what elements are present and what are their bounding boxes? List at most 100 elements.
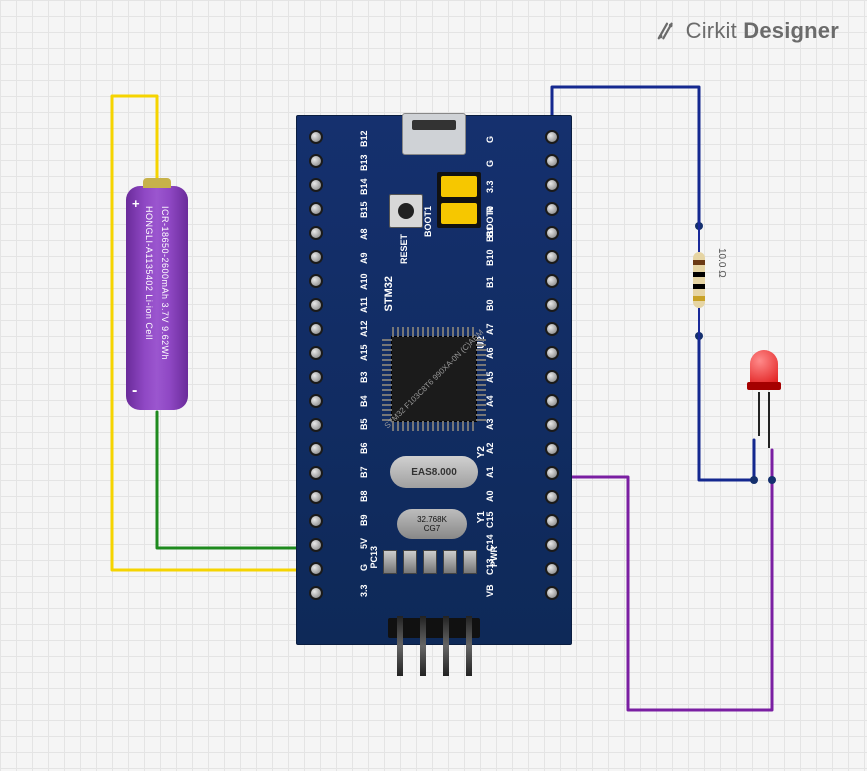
pin-label: B13 [357, 154, 385, 172]
pin-label: 3.3 [357, 582, 385, 600]
pin-hole[interactable] [309, 442, 323, 456]
pin-hole[interactable] [545, 226, 559, 240]
pin-labels-left: B12B13B14B15A8A9A10A11A12A15B3B4B5B6B7B8… [357, 124, 385, 606]
pin-column-right [537, 124, 567, 606]
pin-hole[interactable] [545, 202, 559, 216]
pin-hole[interactable] [309, 418, 323, 432]
silk-y2: Y2 [476, 446, 487, 458]
led-anode [768, 392, 770, 448]
pin-hole[interactable] [545, 394, 559, 408]
app-logo: Cirkit Designer [656, 18, 839, 44]
pin-column-left [301, 124, 331, 606]
pin-label: A5 [483, 368, 511, 386]
stm32-board[interactable]: B12B13B14B15A8A9A10A11A12A15B3B4B5B6B7B8… [296, 115, 572, 645]
pin-hole[interactable] [309, 250, 323, 264]
pin-label: A2 [483, 439, 511, 457]
pin-label: B0 [483, 296, 511, 314]
pin-hole[interactable] [309, 130, 323, 144]
silk-y1: Y1 [476, 511, 487, 523]
pin-label: G [483, 130, 511, 148]
silk-pc13: PC13 [369, 546, 379, 569]
mcu-chip: STM32 F103C8T6 990XA-0N (C)ARM [391, 336, 477, 422]
silk-stm32: STM32 [383, 276, 395, 311]
pin-label: B7 [357, 463, 385, 481]
pin-hole[interactable] [545, 562, 559, 576]
pin-label: A0 [483, 487, 511, 505]
battery-18650[interactable]: + - ICR-18650-2600mAh 3.7V 9.62Wh HONGLI… [126, 186, 188, 410]
pin-hole[interactable] [545, 466, 559, 480]
pin-label: B15 [357, 201, 385, 219]
silk-boot1: BOOT1 [423, 206, 433, 237]
pin-label: A15 [357, 344, 385, 362]
pin-hole[interactable] [545, 130, 559, 144]
resistor-body [693, 252, 705, 308]
pin-hole[interactable] [309, 322, 323, 336]
pin-hole[interactable] [545, 298, 559, 312]
pin-label: B4 [357, 392, 385, 410]
pin-hole[interactable] [309, 562, 323, 576]
led-dome [750, 350, 778, 386]
pin-hole[interactable] [545, 370, 559, 384]
resistor[interactable] [690, 220, 708, 340]
pin-hole[interactable] [545, 154, 559, 168]
pin-label: A10 [357, 273, 385, 291]
node-led-anode [768, 476, 776, 484]
pin-hole[interactable] [545, 442, 559, 456]
pin-hole[interactable] [309, 514, 323, 528]
pin-hole[interactable] [309, 274, 323, 288]
pin-label: A4 [483, 392, 511, 410]
pin-label: C15 [483, 511, 511, 529]
pin-label: 3.3 [483, 178, 511, 196]
pin-label: A11 [357, 296, 385, 314]
pin-label: B9 [357, 511, 385, 529]
swd-header[interactable] [388, 616, 480, 676]
pin-hole[interactable] [545, 490, 559, 504]
pin-hole[interactable] [545, 250, 559, 264]
pin-hole[interactable] [545, 274, 559, 288]
battery-positive-terminal [143, 178, 171, 188]
pin-label: A12 [357, 320, 385, 338]
pin-label: A3 [483, 415, 511, 433]
pin-hole[interactable] [309, 538, 323, 552]
pin-hole[interactable] [309, 154, 323, 168]
pin-label: A1 [483, 463, 511, 481]
pin-hole[interactable] [545, 322, 559, 336]
reset-button[interactable] [389, 194, 423, 228]
boot0-jumper[interactable] [441, 176, 477, 197]
pin-hole[interactable] [545, 178, 559, 192]
pin-hole[interactable] [309, 466, 323, 480]
pin-hole[interactable] [309, 490, 323, 504]
battery-minus-label: - [132, 382, 137, 400]
pin-hole[interactable] [309, 298, 323, 312]
pin-hole[interactable] [309, 370, 323, 384]
led[interactable] [744, 350, 784, 444]
pin-hole[interactable] [309, 586, 323, 600]
led-legs [744, 392, 784, 448]
pin-label: B6 [357, 439, 385, 457]
pin-hole[interactable] [309, 178, 323, 192]
boot1-jumper[interactable] [441, 203, 477, 224]
pin-hole[interactable] [545, 514, 559, 528]
circuit-canvas[interactable]: Cirkit Designer + - ICR-18650-2600mAh 3.… [0, 0, 867, 771]
pin-hole[interactable] [309, 394, 323, 408]
pin-hole[interactable] [309, 202, 323, 216]
pin-hole[interactable] [309, 346, 323, 360]
pin-label: B10 [483, 249, 511, 267]
wire-a0-to-led [556, 450, 772, 710]
resistor-value-label: 10.0 Ω [716, 248, 727, 278]
silk-boot0: BOOT0 [485, 206, 495, 237]
pin-label: B5 [357, 415, 385, 433]
pin-label: B8 [357, 487, 385, 505]
pin-hole[interactable] [545, 346, 559, 360]
pin-hole[interactable] [309, 226, 323, 240]
logo-text: Cirkit Designer [686, 18, 839, 44]
pin-hole[interactable] [545, 418, 559, 432]
wire-gnd-to-led [552, 87, 699, 226]
pin-label: B3 [357, 368, 385, 386]
boot-jumpers[interactable] [437, 172, 481, 228]
pin-label: A9 [357, 249, 385, 267]
pin-hole[interactable] [545, 586, 559, 600]
pin-hole[interactable] [545, 538, 559, 552]
micro-usb-port [402, 113, 466, 155]
pin-label: B1 [483, 273, 511, 291]
